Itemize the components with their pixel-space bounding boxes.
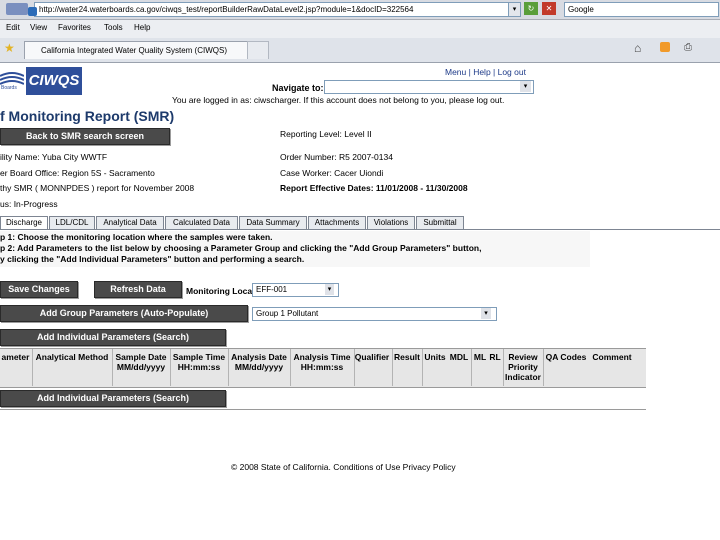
search-input[interactable]: Google: [564, 2, 719, 17]
menu-help[interactable]: Help: [134, 23, 150, 32]
col-rl: RL: [489, 352, 501, 362]
case-worker: Case Worker: Cacer Uiondi: [280, 168, 384, 178]
refresh-data-button[interactable]: Refresh Data: [94, 281, 182, 298]
tab-analytical-data[interactable]: Analytical Data: [96, 216, 164, 230]
url-dropdown-icon[interactable]: ▾: [508, 2, 521, 17]
chevron-down-icon[interactable]: ▾: [481, 308, 491, 319]
tab-ldl-cdl[interactable]: LDL/CDL: [49, 216, 95, 230]
add-individual-parameters-button[interactable]: Add Individual Parameters (Search): [0, 329, 226, 346]
col-analytical-method: Analytical Method: [35, 352, 109, 362]
chevron-down-icon[interactable]: ▾: [325, 284, 334, 295]
conditions-of-use-link[interactable]: Conditions of Use: [333, 462, 400, 472]
browser-tab[interactable]: California Integrated Water Quality Syst…: [24, 41, 260, 59]
url-field[interactable]: http://water24.waterboards.ca.gov/ciwqs_…: [34, 2, 510, 17]
col-units: Units: [424, 352, 446, 362]
browser-tab-bar: California Integrated Water Quality Syst…: [0, 38, 720, 63]
step-1: p 1: Choose the monitoring location wher…: [0, 232, 273, 242]
navigate-label: Navigate to:: [272, 83, 324, 93]
col-analysis-date: Analysis Date MM/dd/yyyy: [231, 352, 287, 372]
site-icon: [6, 3, 28, 15]
menu-bar: Edit View Favorites Tools Help: [0, 20, 720, 39]
col-qa-codes: QA Codes: [545, 352, 587, 362]
add-group-parameters-button[interactable]: Add Group Parameters (Auto-Populate): [0, 305, 248, 322]
save-changes-button[interactable]: Save Changes: [0, 281, 78, 298]
ciwqs-logo: CIWQS: [26, 67, 82, 95]
menu-edit[interactable]: Edit: [6, 23, 20, 32]
table-bottom-rule: [0, 409, 646, 410]
tab-discharge[interactable]: Discharge: [0, 216, 48, 230]
tab-data-summary[interactable]: Data Summary: [239, 216, 307, 230]
top-links[interactable]: Menu | Help | Log out: [445, 67, 526, 77]
col-mdl: MDL: [449, 352, 469, 362]
logged-in-message: You are logged in as: ciwscharger. If th…: [172, 95, 505, 105]
col-ml: ML: [473, 352, 487, 362]
col-comment: Comment: [592, 352, 632, 362]
parameter-group-select[interactable]: Group 1 Pollutant: [252, 307, 497, 321]
step-2: p 2: Add Parameters to the list below by…: [0, 243, 482, 253]
state-seal-logo: Boards: [0, 66, 25, 94]
col-sample-date: Sample Date MM/dd/yyyy: [115, 352, 167, 372]
facility-name: ility Name: Yuba City WWTF: [0, 152, 108, 162]
refresh-icon[interactable]: ↻: [524, 2, 538, 15]
page-title: f Monitoring Report (SMR): [0, 108, 175, 124]
privacy-policy-link[interactable]: Privacy Policy: [403, 462, 456, 472]
report-status: us: In-Progress: [0, 199, 58, 209]
logo-sub-label: Boards: [1, 85, 17, 91]
new-tab-button[interactable]: [247, 41, 269, 59]
menu-favorites[interactable]: Favorites: [58, 23, 91, 32]
tab-divider: [0, 229, 720, 230]
print-icon[interactable]: ⎙: [684, 42, 692, 53]
home-icon[interactable]: ⌂: [634, 41, 641, 55]
tab-calculated-data[interactable]: Calculated Data: [165, 216, 238, 230]
reporting-level: Reporting Level: Level II: [280, 129, 372, 139]
chevron-down-icon[interactable]: ▾: [520, 81, 531, 92]
stop-icon[interactable]: ✕: [542, 2, 556, 15]
col-review-priority: Review Priority Indicator: [505, 352, 541, 382]
tab-submittal[interactable]: Submittal: [416, 216, 464, 230]
step-3: y clicking the "Add Individual Parameter…: [0, 254, 305, 264]
menu-view[interactable]: View: [30, 23, 47, 32]
col-qualifier: Qualifier: [354, 352, 390, 362]
add-individual-parameters-bottom-button[interactable]: Add Individual Parameters (Search): [0, 390, 226, 407]
col-result: Result: [394, 352, 420, 362]
page-footer: © 2008 State of California. Conditions o…: [231, 462, 456, 472]
navigate-select[interactable]: [324, 80, 534, 94]
col-analysis-time: Analysis Time HH:mm:ss: [293, 352, 351, 372]
footer-copyright: © 2008 State of California.: [231, 462, 331, 472]
col-sample-time: Sample Time HH:mm:ss: [172, 352, 226, 372]
tab-favicon-icon: [28, 7, 37, 16]
favorites-star-icon[interactable]: ★: [4, 41, 15, 55]
board-office: er Board Office: Region 5S - Sacramento: [0, 168, 155, 178]
report-description: thy SMR ( MONNPDES ) report for November…: [0, 183, 195, 193]
tab-attachments[interactable]: Attachments: [308, 216, 366, 230]
feed-icon[interactable]: [660, 42, 670, 52]
order-number: Order Number: R5 2007-0134: [280, 152, 393, 162]
col-parameter: ameter: [1, 352, 30, 362]
back-to-search-button[interactable]: Back to SMR search screen: [0, 128, 170, 145]
effective-dates: Report Effective Dates: 11/01/2008 - 11/…: [280, 183, 468, 193]
tab-violations[interactable]: Violations: [367, 216, 415, 230]
menu-tools[interactable]: Tools: [104, 23, 123, 32]
